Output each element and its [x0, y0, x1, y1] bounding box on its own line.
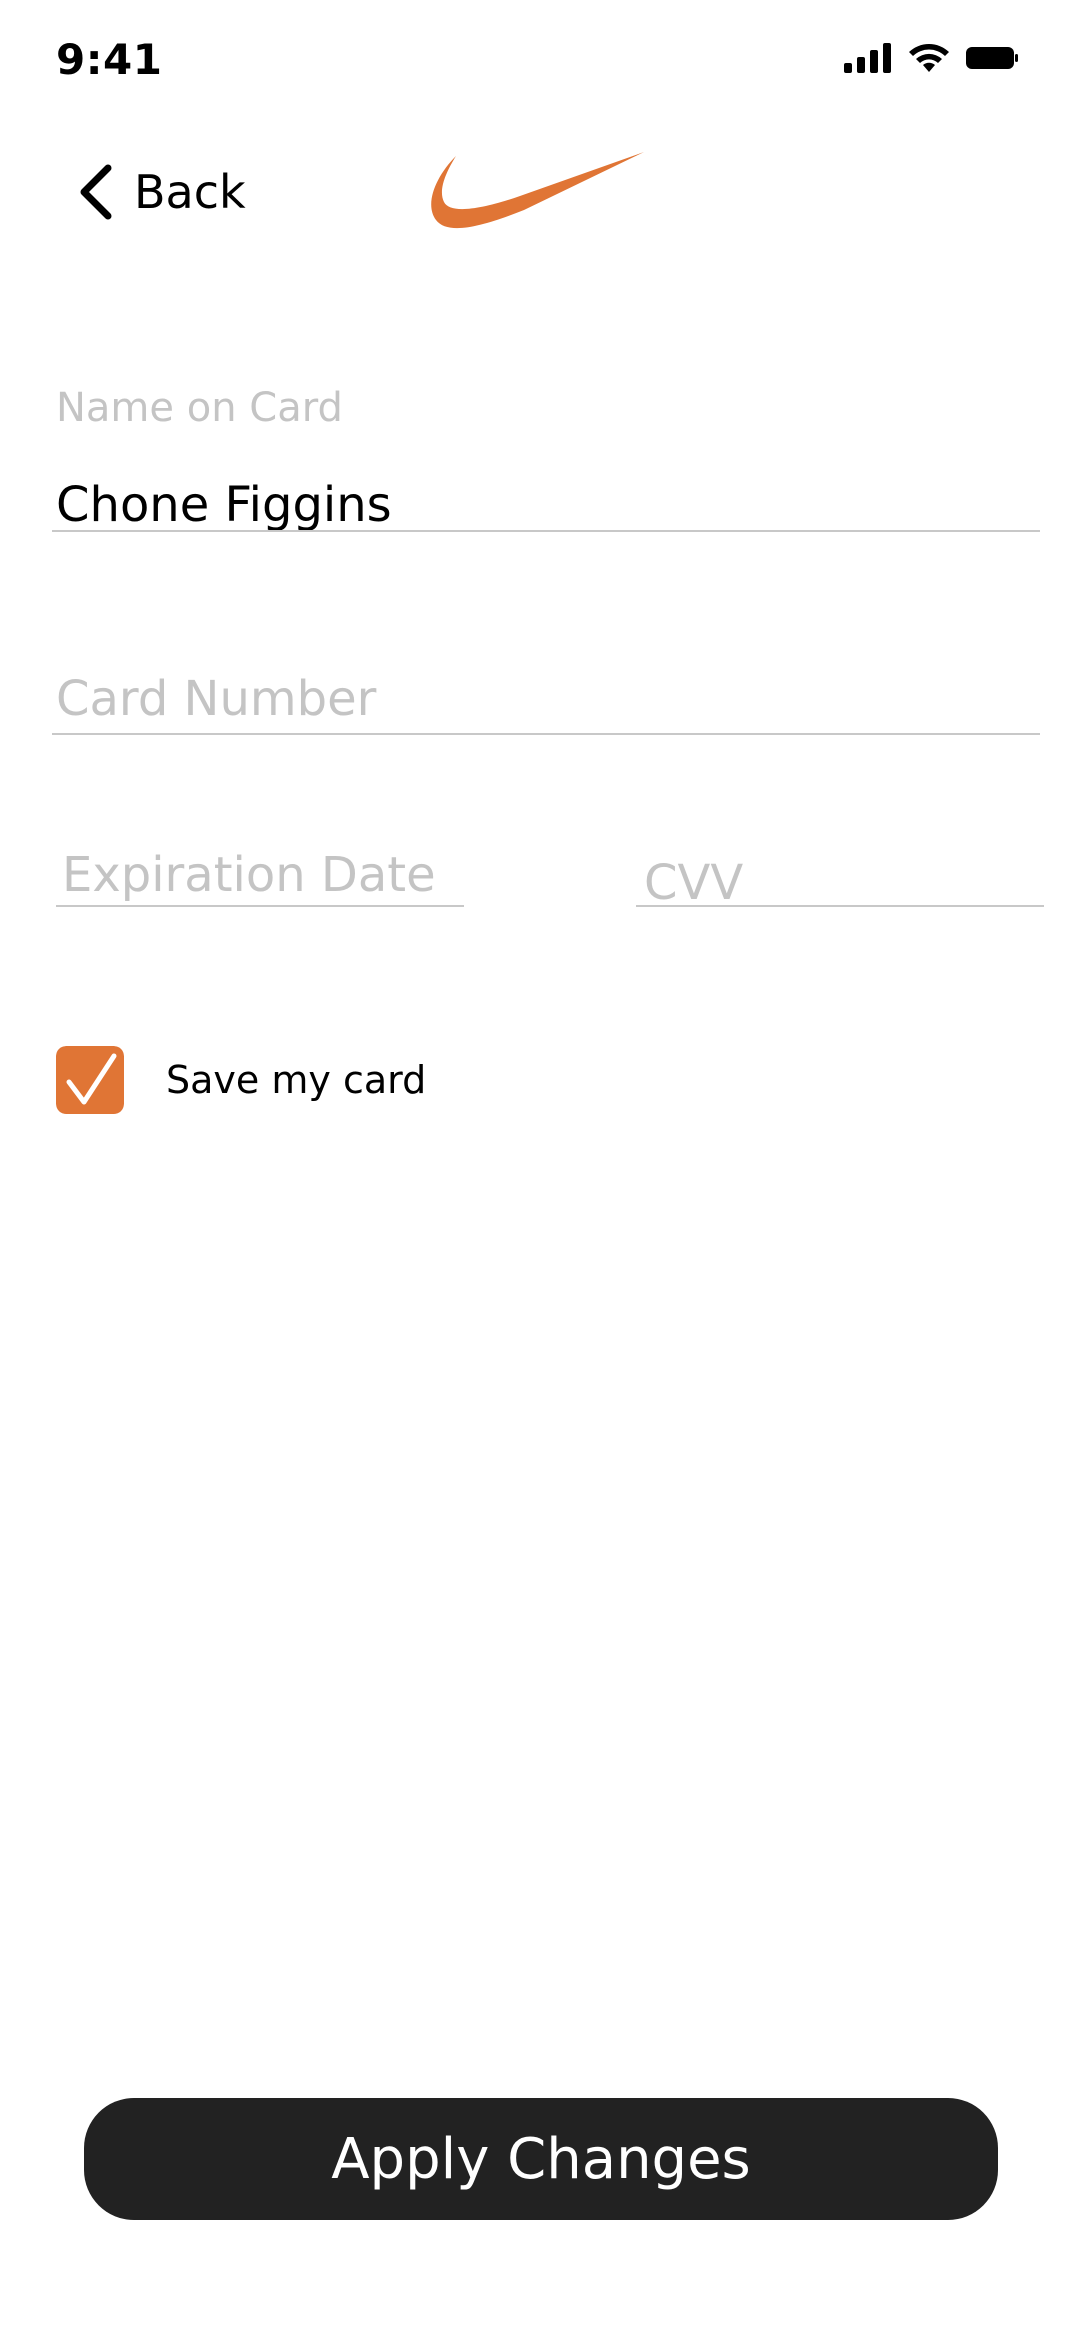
battery-icon [966, 47, 1018, 69]
back-button[interactable]: Back [76, 156, 246, 228]
name-on-card-label: Name on Card [56, 385, 343, 431]
name-on-card-underline [52, 530, 1040, 532]
apply-changes-label: Apply Changes [331, 2126, 751, 2192]
card-number-input[interactable]: Card Number [56, 666, 376, 732]
save-card-label: Save my card [166, 1058, 427, 1102]
chevron-left-icon [80, 164, 112, 220]
status-icons [844, 42, 1018, 74]
back-label: Back [134, 165, 246, 219]
expiration-date-underline [56, 905, 464, 907]
status-time: 9:41 [56, 35, 163, 84]
cvv-underline [636, 905, 1044, 907]
card-number-underline [52, 733, 1040, 735]
expiration-date-input[interactable]: Expiration Date [62, 842, 436, 908]
save-card-checkbox[interactable] [56, 1046, 124, 1114]
swoosh-logo [431, 152, 644, 229]
apply-changes-button[interactable]: Apply Changes [84, 2098, 998, 2220]
name-on-card-input[interactable]: Chone Figgins [56, 472, 392, 538]
wifi-icon [909, 44, 949, 72]
cellular-signal-icon [844, 43, 891, 73]
